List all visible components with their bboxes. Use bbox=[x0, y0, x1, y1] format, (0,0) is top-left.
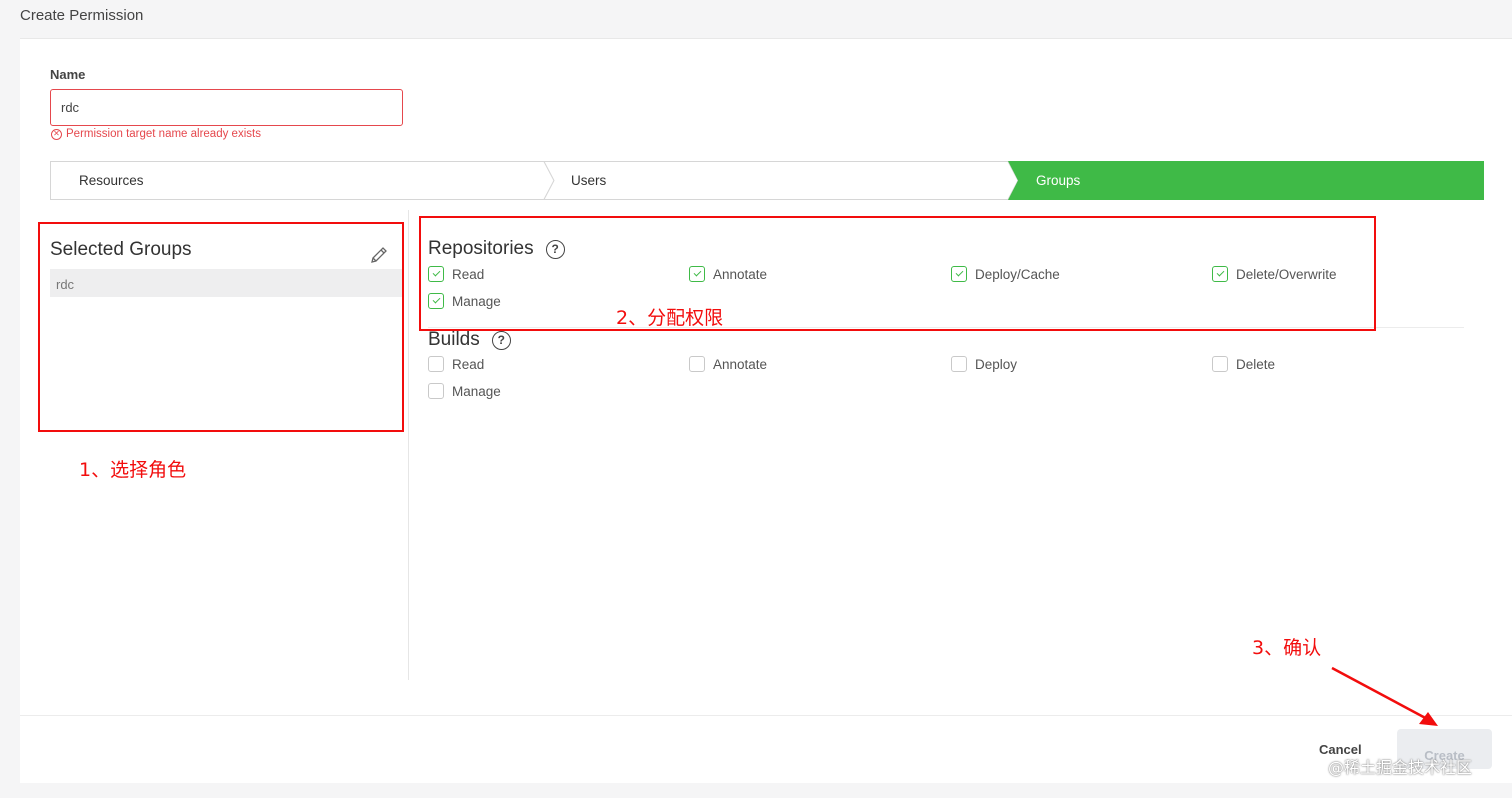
checkbox-label: Deploy bbox=[975, 356, 1018, 372]
checkbox-box bbox=[428, 293, 444, 309]
checkbox-repo-manage[interactable]: Manage bbox=[428, 293, 501, 309]
checkbox-repo-read[interactable]: Read bbox=[428, 266, 484, 282]
wizard-steps: Resources Users Groups bbox=[50, 161, 1484, 200]
checkbox-box bbox=[689, 266, 705, 282]
checkbox-builds-manage[interactable]: Manage bbox=[428, 383, 501, 399]
edit-groups-button[interactable] bbox=[368, 244, 390, 266]
checkbox-builds-read[interactable]: Read bbox=[428, 356, 484, 372]
checkbox-label: Delete/Overwrite bbox=[1236, 266, 1337, 282]
section-divider bbox=[428, 327, 1464, 328]
annotation-arrow bbox=[1331, 666, 1438, 726]
checkbox-label: Manage bbox=[452, 383, 501, 399]
error-icon: ✕ bbox=[51, 128, 62, 140]
checkbox-box bbox=[689, 356, 705, 372]
name-label: Name bbox=[50, 67, 86, 82]
checkbox-label: Manage bbox=[452, 293, 501, 309]
name-input[interactable] bbox=[50, 89, 403, 126]
repositories-title: Repositories ? bbox=[428, 238, 565, 260]
name-error: ✕ Permission target name already exists bbox=[51, 128, 261, 140]
checkbox-builds-annotate[interactable]: Annotate bbox=[689, 356, 767, 372]
pencil-icon bbox=[371, 247, 387, 263]
checkbox-label: Annotate bbox=[713, 356, 768, 372]
annotation-step1: 1、选择角色 bbox=[79, 459, 187, 481]
page-title: Create Permission bbox=[20, 7, 144, 24]
name-error-text: Permission target name already exists bbox=[66, 128, 261, 140]
checkbox-label: Read bbox=[452, 356, 485, 372]
builds-title: Builds ? bbox=[428, 329, 511, 351]
repositories-title-text: Repositories bbox=[428, 238, 534, 259]
checkbox-builds-deploy[interactable]: Deploy bbox=[951, 356, 1017, 372]
checkbox-box bbox=[428, 266, 444, 282]
builds-title-text: Builds bbox=[428, 329, 480, 350]
watermark: @稀土掘金技术社区 bbox=[1328, 758, 1473, 777]
checkbox-repo-deploy-cache[interactable]: Deploy/Cache bbox=[951, 266, 1060, 282]
checkbox-label: Read bbox=[452, 266, 485, 282]
wizard-background bbox=[50, 161, 1484, 200]
checkbox-label: Delete bbox=[1236, 356, 1276, 372]
selected-groups-title: Selected Groups bbox=[50, 239, 192, 260]
checkbox-box bbox=[428, 383, 444, 399]
checkbox-box bbox=[951, 356, 967, 372]
step-resources[interactable]: Resources bbox=[79, 173, 144, 188]
checkbox-box bbox=[1212, 356, 1228, 372]
footer-bar bbox=[20, 715, 1512, 783]
checkbox-box bbox=[428, 356, 444, 372]
checkbox-label: Deploy/Cache bbox=[975, 266, 1060, 282]
checkbox-repo-delete-overwrite[interactable]: Delete/Overwrite bbox=[1212, 266, 1337, 282]
checkbox-label: Annotate bbox=[713, 266, 768, 282]
checkbox-repo-annotate[interactable]: Annotate bbox=[689, 266, 767, 282]
step-groups[interactable]: Groups bbox=[1036, 173, 1080, 188]
checkbox-builds-delete[interactable]: Delete bbox=[1212, 356, 1275, 372]
annotation-step2: 2、分配权限 bbox=[616, 307, 724, 329]
checkbox-box bbox=[1212, 266, 1228, 282]
checkbox-box bbox=[951, 266, 967, 282]
selected-group-item[interactable]: rdc bbox=[50, 269, 402, 297]
annotation-step3: 3、确认 bbox=[1252, 637, 1322, 659]
help-icon[interactable]: ? bbox=[491, 330, 511, 350]
step-users[interactable]: Users bbox=[571, 173, 606, 188]
help-icon[interactable]: ? bbox=[545, 239, 565, 259]
